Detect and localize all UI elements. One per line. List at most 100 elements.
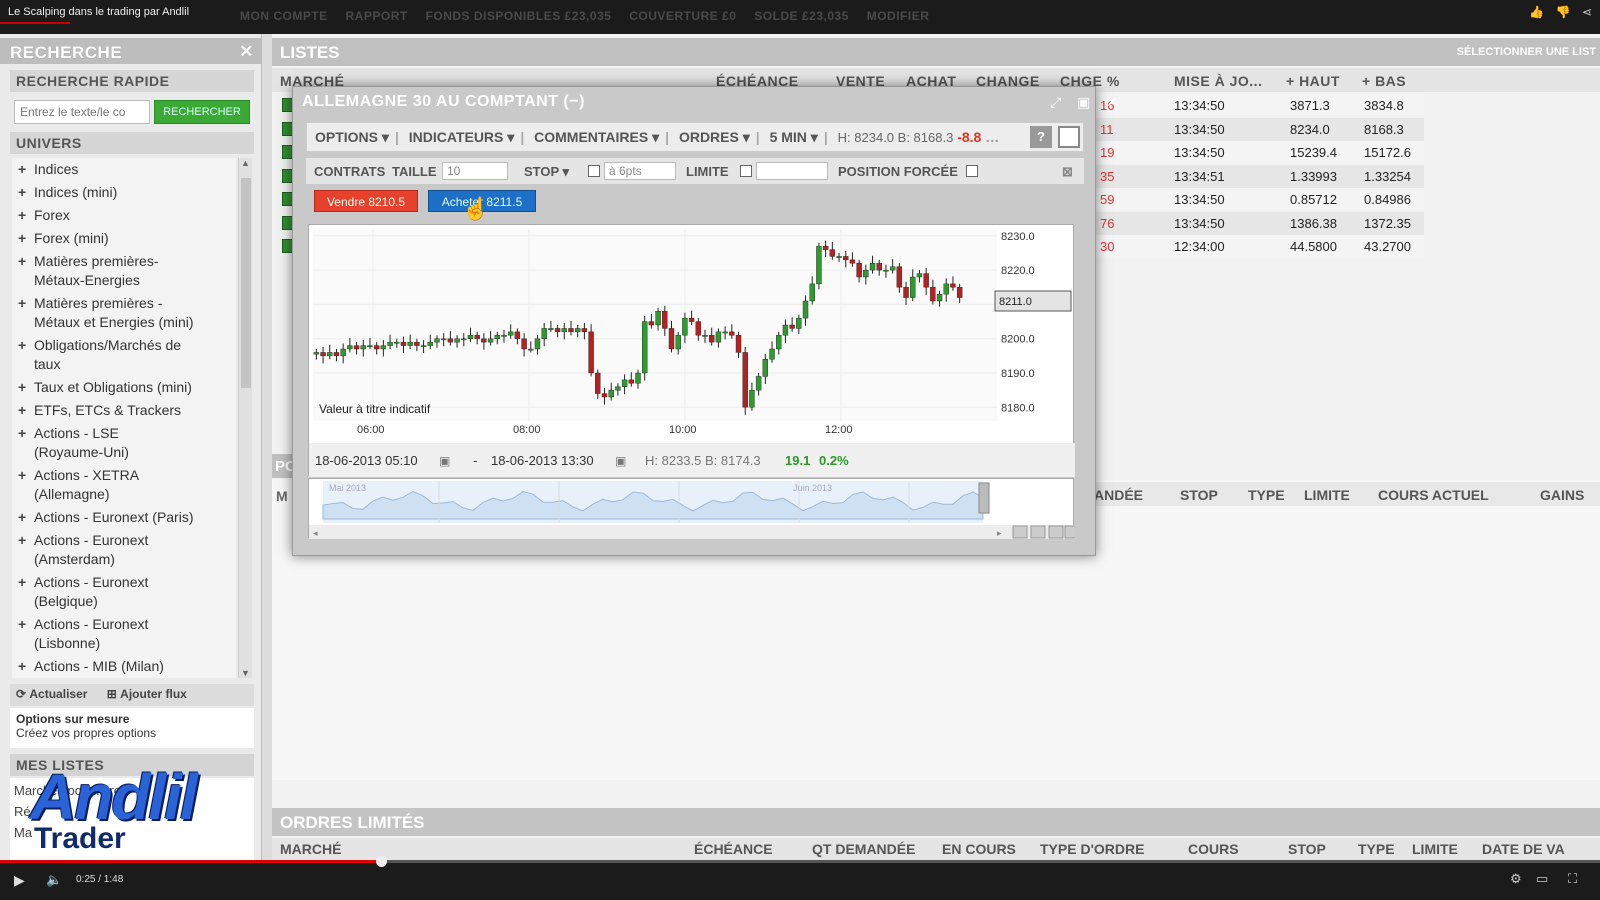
reset-zoom-icon[interactable]: [1048, 525, 1064, 539]
expand-plus-icon[interactable]: +: [18, 657, 26, 676]
univers-item[interactable]: + Matières premières- Métaux-Energies: [12, 250, 236, 292]
clear-icon[interactable]: ⊠: [1062, 164, 1073, 180]
univers-item[interactable]: + Indices: [12, 158, 236, 181]
col-price[interactable]: COURS: [1188, 841, 1239, 857]
share-icon[interactable]: ⋖: [1582, 5, 1592, 19]
col-limit[interactable]: LIMITE: [1412, 841, 1458, 857]
navigator-svg[interactable]: Mai 2013 Juin 2013 ◂ ▸: [309, 479, 1080, 539]
fullscreen-icon[interactable]: ⛶: [1568, 871, 1577, 887]
col-low[interactable]: + BAS: [1362, 73, 1406, 89]
play-icon[interactable]: ▶: [14, 872, 25, 889]
table-row[interactable]: 16 13:34:50 3871.3 3834.8: [1094, 94, 1424, 117]
scroll-down-icon[interactable]: ▼: [241, 668, 250, 678]
col-order-type[interactable]: TYPE D'ORDRE: [1040, 841, 1144, 857]
expand-plus-icon[interactable]: +: [18, 508, 26, 527]
sell-button[interactable]: Vendre 8210.5: [314, 190, 418, 212]
like-icon[interactable]: 👍: [1529, 5, 1544, 19]
search-button[interactable]: RECHERCHER: [154, 100, 250, 124]
expand-plus-icon[interactable]: +: [18, 160, 26, 179]
stop-input[interactable]: à 6pts: [604, 162, 676, 180]
col-requested[interactable]: ANDÉE: [1094, 487, 1143, 503]
select-list-button[interactable]: SÉLECTIONNER UNE LIST: [1457, 46, 1596, 58]
col-stop[interactable]: STOP: [1288, 841, 1326, 857]
custom-options[interactable]: Options sur mesure Créez vos propres opt…: [10, 708, 254, 748]
univers-item[interactable]: + Actions - LSE (Royaume-Uni): [12, 422, 236, 464]
orders-menu[interactable]: ORDRES ▾: [679, 129, 750, 145]
scroll-left-icon[interactable]: ◂: [313, 528, 318, 538]
expand-plus-icon[interactable]: +: [18, 615, 26, 634]
zoom-out-icon[interactable]: [1030, 525, 1046, 539]
expand-plus-icon[interactable]: +: [18, 531, 26, 550]
col-stop[interactable]: STOP: [1180, 487, 1218, 503]
univers-item[interactable]: + Actions - MIB (Milan): [12, 655, 236, 678]
stop-checkbox[interactable]: [588, 165, 600, 177]
navigator-handle[interactable]: [978, 482, 990, 514]
expand-plus-icon[interactable]: +: [18, 336, 26, 355]
seek-handle[interactable]: [376, 856, 387, 867]
col-limit[interactable]: LIMITE: [1304, 487, 1350, 503]
col-market[interactable]: MARCHÉ: [280, 841, 341, 857]
expand-plus-icon[interactable]: +: [18, 183, 26, 202]
popout-icon[interactable]: ▣: [1077, 94, 1090, 110]
col-in-progress[interactable]: EN COURS: [942, 841, 1016, 857]
add-feed-button[interactable]: ⊞ Ajouter flux: [107, 687, 187, 701]
col-high[interactable]: + HAUT: [1286, 73, 1340, 89]
grid-view-icon[interactable]: [1012, 525, 1028, 539]
table-row[interactable]: 19 13:34:50 15239.4 15172.6: [1094, 141, 1424, 164]
table-row[interactable]: 30 12:34:00 44.5800 43.2700: [1094, 235, 1424, 258]
settings-icon[interactable]: ⚙: [1510, 871, 1522, 887]
col-gains[interactable]: GAINS: [1540, 487, 1584, 503]
expand-plus-icon[interactable]: +: [18, 424, 26, 443]
univers-item[interactable]: + Actions - XETRA (Allemagne): [12, 464, 236, 506]
univers-item[interactable]: + ETFs, ETCs & Trackers: [12, 399, 236, 422]
table-row[interactable]: 76 13:34:50 1386.38 1372.35: [1094, 211, 1424, 235]
theater-icon[interactable]: ▭: [1536, 871, 1548, 887]
interval-menu[interactable]: 5 MIN ▾: [770, 129, 818, 145]
table-row[interactable]: 11 13:34:50 8234.0 8168.3: [1094, 117, 1424, 141]
nav-report[interactable]: RAPPORT: [346, 9, 408, 23]
expand-plus-icon[interactable]: +: [18, 378, 26, 397]
search-input[interactable]: [14, 100, 150, 124]
scroll-up-icon[interactable]: ▲: [241, 158, 250, 168]
univers-item[interactable]: + Actions - Euronext (Lisbonne): [12, 613, 236, 655]
univers-item[interactable]: + Obligations/Marchés de taux: [12, 334, 236, 376]
more-icon[interactable]: …: [985, 129, 999, 145]
close-icon[interactable]: ✕: [1106, 94, 1118, 110]
univers-item[interactable]: + Indices (mini): [12, 181, 236, 204]
stop-menu[interactable]: STOP ▾: [524, 164, 569, 180]
univers-item[interactable]: + Taux et Obligations (mini): [12, 376, 236, 399]
col-updated[interactable]: MISE À JO...: [1174, 73, 1262, 89]
comments-menu[interactable]: COMMENTAIRES ▾: [534, 129, 659, 145]
options-menu[interactable]: OPTIONS ▾: [315, 129, 389, 145]
candlestick-chart[interactable]: 8180.0 8190.0 8200.0 8220.0 8230.0 06:00 08:00…: [309, 225, 1075, 477]
volume-icon[interactable]: 🔈: [46, 872, 62, 888]
expand-plus-icon[interactable]: +: [18, 206, 26, 225]
indicators-menu[interactable]: INDICATEURS ▾: [409, 129, 515, 145]
expand-icon[interactable]: ⤢: [1050, 94, 1061, 110]
chart-navigator[interactable]: Mai 2013 Juin 2013 ◂ ▸: [308, 478, 1080, 539]
table-row[interactable]: 59 13:34:50 0.85712 0.84986: [1094, 188, 1424, 211]
navigator-scrollbar[interactable]: [309, 525, 1075, 539]
univers-item[interactable]: + Forex (mini): [12, 227, 236, 250]
dislike-icon[interactable]: 👎: [1556, 5, 1571, 19]
univers-item[interactable]: + Forex: [12, 204, 236, 227]
col-type[interactable]: TYPE: [1358, 841, 1395, 857]
univers-scrollbar[interactable]: ▲ ▼: [238, 158, 252, 678]
refresh-button[interactable]: ⟳ Actualiser: [16, 687, 87, 701]
expand-plus-icon[interactable]: +: [18, 401, 26, 420]
limit-input[interactable]: [756, 162, 828, 180]
col-type[interactable]: TYPE: [1248, 487, 1285, 503]
expand-plus-icon[interactable]: +: [18, 252, 26, 271]
expand-plus-icon[interactable]: +: [18, 294, 26, 313]
expand-plus-icon[interactable]: +: [18, 466, 26, 485]
univers-item[interactable]: + Actions - Euronext (Belgique): [12, 571, 236, 613]
maximize-icon[interactable]: [1058, 126, 1080, 148]
expand-plus-icon[interactable]: +: [18, 229, 26, 248]
scroll-right-icon[interactable]: ▸: [997, 528, 1002, 538]
col-current-price[interactable]: COURS ACTUEL: [1378, 487, 1489, 503]
forced-position-checkbox[interactable]: [966, 165, 978, 177]
nav-modify[interactable]: MODIFIER: [867, 9, 930, 23]
help-icon[interactable]: ?: [1030, 126, 1052, 148]
col-expiry[interactable]: ÉCHÉANCE: [694, 841, 773, 857]
col-date[interactable]: DATE DE VA: [1482, 841, 1565, 857]
